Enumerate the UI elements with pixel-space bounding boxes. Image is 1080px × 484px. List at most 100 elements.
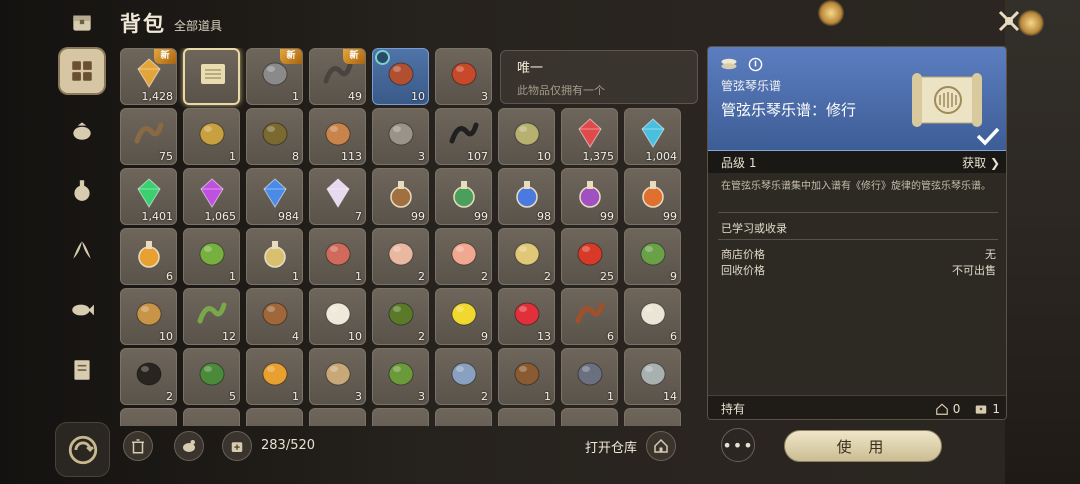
item-slot[interactable]: 2 xyxy=(498,228,555,285)
garlic-icon xyxy=(640,302,666,326)
item-slot[interactable]: 3 xyxy=(372,108,429,165)
item-slot[interactable] xyxy=(120,408,177,426)
item-slot[interactable]: 新 49 xyxy=(309,48,366,105)
trash-icon xyxy=(132,439,144,454)
item-slot[interactable]: 25 xyxy=(561,228,618,285)
item-slot[interactable]: 新 1,428 xyxy=(120,48,177,105)
tab-plants[interactable] xyxy=(60,228,104,272)
item-slot[interactable]: 98 xyxy=(498,168,555,225)
tab-books[interactable] xyxy=(60,348,104,392)
item-slot[interactable]: 99 xyxy=(624,168,681,225)
item-slot[interactable]: 12 xyxy=(183,288,240,345)
item-slot[interactable]: 9 xyxy=(624,228,681,285)
item-slot[interactable]: 1 xyxy=(498,348,555,405)
item-slot[interactable]: 2 xyxy=(120,348,177,405)
item-slot[interactable]: 7 xyxy=(309,168,366,225)
open-storage-button[interactable] xyxy=(646,431,676,461)
item-slot[interactable] xyxy=(561,408,618,426)
item-name: 管弦乐琴乐谱：修行 xyxy=(721,101,857,119)
item-slot[interactable]: 1 xyxy=(246,228,303,285)
item-count: 12 xyxy=(222,330,236,343)
tab-chest[interactable] xyxy=(60,0,104,44)
tab-creatures[interactable] xyxy=(60,288,104,332)
recycle-price-label: 回收价格 xyxy=(721,264,765,277)
item-slot[interactable] xyxy=(435,408,492,426)
item-slot[interactable]: 14 xyxy=(624,348,681,405)
item-slot[interactable]: 3 xyxy=(309,348,366,405)
open-storage-label[interactable]: 打开仓库 xyxy=(585,437,637,456)
tab-potions[interactable] xyxy=(60,168,104,212)
item-slot[interactable]: 1 xyxy=(246,348,303,405)
item-slot[interactable] xyxy=(498,408,555,426)
item-slot[interactable]: 1,401 xyxy=(120,168,177,225)
item-slot[interactable]: 10 xyxy=(372,48,429,105)
item-count: 7 xyxy=(355,210,362,223)
item-slot[interactable]: 9 xyxy=(435,288,492,345)
item-slot[interactable]: 1,065 xyxy=(183,168,240,225)
item-slot[interactable] xyxy=(183,408,240,426)
item-slot[interactable]: 新1 xyxy=(246,48,303,105)
item-slot[interactable]: 1 xyxy=(183,228,240,285)
item-slot[interactable]: 1,375 xyxy=(561,108,618,165)
more-options-button[interactable]: ••• xyxy=(721,428,755,462)
item-slot[interactable]: 1 xyxy=(183,108,240,165)
item-slot[interactable]: 75 xyxy=(120,108,177,165)
potion-green-icon xyxy=(453,181,475,208)
item-count: 1,004 xyxy=(645,150,678,163)
expand-capacity-button[interactable] xyxy=(222,431,252,461)
item-slot[interactable]: 2 xyxy=(435,348,492,405)
item-count: 1,375 xyxy=(582,150,615,163)
item-slot[interactable] xyxy=(372,408,429,426)
lemon-icon xyxy=(451,302,477,326)
item-slot[interactable]: 99 xyxy=(372,168,429,225)
check-icon xyxy=(976,127,1000,146)
item-slot[interactable]: 6 xyxy=(561,288,618,345)
item-slot[interactable]: 1 xyxy=(309,228,366,285)
item-slot[interactable]: 4 xyxy=(246,288,303,345)
category-sidebar xyxy=(52,0,112,484)
tab-all-items[interactable] xyxy=(60,49,104,93)
sort-filter-button[interactable] xyxy=(55,422,110,477)
cauldron-icon xyxy=(183,440,195,452)
item-slot[interactable]: 2 xyxy=(372,228,429,285)
new-badge: 新 xyxy=(154,49,176,64)
prism-crystal-icon xyxy=(326,178,350,208)
brown-mushroom-icon xyxy=(262,302,288,326)
item-slot[interactable]: 2 xyxy=(372,288,429,345)
item-slot[interactable]: 3 xyxy=(435,48,492,105)
item-slot[interactable]: 107 xyxy=(435,108,492,165)
item-slot[interactable]: 1,004 xyxy=(624,108,681,165)
discard-button[interactable] xyxy=(123,431,153,461)
auto-arrange-button[interactable] xyxy=(174,431,204,461)
item-slot[interactable]: 2 xyxy=(435,228,492,285)
item-slot[interactable]: 6 xyxy=(624,288,681,345)
item-slot[interactable] xyxy=(246,408,303,426)
close-icon[interactable] xyxy=(994,6,1024,36)
item-slot[interactable]: 99 xyxy=(435,168,492,225)
item-slot[interactable]: 113 xyxy=(309,108,366,165)
item-slot[interactable]: 13 xyxy=(498,288,555,345)
item-slot[interactable]: 984 xyxy=(246,168,303,225)
page-title: 背包 xyxy=(120,12,166,36)
item-slot[interactable]: 6 xyxy=(120,228,177,285)
item-slot[interactable]: 1 xyxy=(561,348,618,405)
item-count: 13 xyxy=(537,330,551,343)
info-icon[interactable] xyxy=(748,57,763,72)
capacity-text: 283/520 xyxy=(261,438,316,453)
obtain-link[interactable]: 获取 ❯ xyxy=(962,154,1000,171)
item-slot[interactable]: 10 xyxy=(309,288,366,345)
item-count: 1 xyxy=(355,270,362,283)
item-slot[interactable]: 8 xyxy=(246,108,303,165)
item-slot[interactable]: 3 xyxy=(372,348,429,405)
tab-ingredients[interactable] xyxy=(60,108,104,152)
item-slot[interactable]: 10 xyxy=(498,108,555,165)
potion-icon xyxy=(74,180,90,201)
item-slot[interactable] xyxy=(183,48,240,105)
item-slot[interactable]: 5 xyxy=(183,348,240,405)
item-slot[interactable]: 99 xyxy=(561,168,618,225)
item-slot[interactable] xyxy=(309,408,366,426)
use-button[interactable]: 使 用 xyxy=(784,430,942,462)
item-count: 6 xyxy=(607,330,614,343)
item-slot[interactable] xyxy=(624,408,681,426)
item-slot[interactable]: 10 xyxy=(120,288,177,345)
